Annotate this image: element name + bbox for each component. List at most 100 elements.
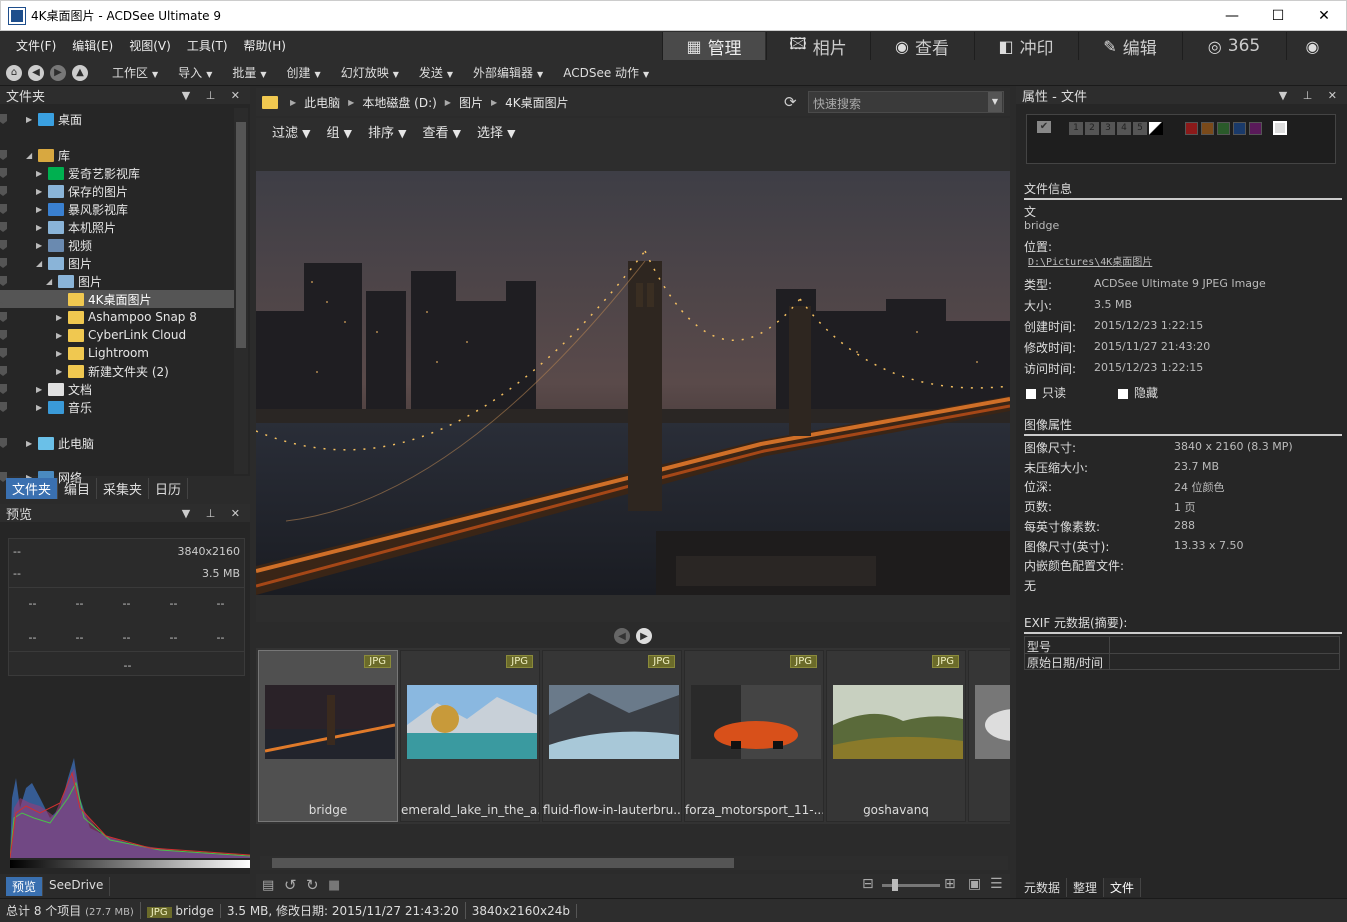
expand-icon[interactable]: ▶ [36, 403, 46, 412]
breadcrumb-current[interactable]: 4K桌面图片 [505, 94, 569, 111]
pin-icon[interactable] [0, 222, 7, 232]
pin-icon[interactable] [0, 294, 7, 304]
hidden-checkbox[interactable]: 隐藏 [1118, 384, 1158, 401]
pin-icon[interactable] [0, 402, 7, 412]
pin-icon[interactable] [0, 276, 7, 286]
pin-icon[interactable] [0, 150, 7, 160]
breadcrumb-disk[interactable]: 本地磁盘 (D:) [362, 94, 436, 111]
pane-controls[interactable]: ▼ ⊥ ✕ [182, 507, 246, 520]
pin-icon[interactable] [0, 258, 7, 268]
tree-item[interactable]: ▶ 爱奇艺影视库 [0, 164, 234, 182]
back-icon[interactable]: ◀ [28, 64, 44, 81]
thumbnail[interactable]: JPG emerald_lake_in_the_a... [400, 650, 540, 822]
expand-icon[interactable]: ▶ [36, 223, 46, 232]
rating-button[interactable]: 1 [1069, 122, 1083, 135]
mode-365[interactable]: ◎ 365 [1182, 32, 1285, 60]
horizontal-scrollbar[interactable] [260, 856, 1008, 870]
maximize-button[interactable]: ☐ [1255, 1, 1301, 31]
tree-item[interactable]: ▶ Ashampoo Snap 8 [0, 308, 234, 326]
menu-file[interactable]: 文件(F) [8, 37, 64, 54]
zoom-slider[interactable] [882, 884, 940, 887]
tree-item[interactable]: ▶ Lightroom [0, 344, 234, 362]
pin-icon[interactable] [0, 204, 7, 214]
rating-button[interactable]: 3 [1101, 122, 1115, 135]
folder-scrollbar[interactable] [234, 108, 248, 474]
toolbar-create[interactable]: 创建 ▼ [277, 64, 331, 81]
expand-icon[interactable]: ◢ [36, 259, 46, 268]
color-label-button[interactable] [1217, 122, 1230, 135]
location-link[interactable]: D:\Pictures\4K桌面图片 [1028, 253, 1152, 268]
toolbar-slideshow[interactable]: 幻灯放映 ▼ [331, 64, 409, 81]
tab-calendar[interactable]: 日历 [149, 478, 189, 499]
thumbnail[interactable]: JPG fluid-flow-in-lauterbru... [542, 650, 682, 822]
pin-icon[interactable] [0, 366, 7, 376]
import-icon[interactable]: ▤ [262, 878, 274, 893]
pin-icon[interactable] [0, 438, 7, 448]
expand-icon[interactable]: ▶ [36, 187, 46, 196]
pin-icon[interactable] [0, 348, 7, 358]
color-label-button[interactable] [1249, 122, 1262, 135]
pin-icon[interactable] [0, 330, 7, 340]
refresh-icon[interactable]: ⟳ [784, 93, 797, 111]
delete-icon[interactable]: ■ [328, 878, 340, 893]
tab-metadata[interactable]: 元数据 [1018, 878, 1068, 897]
menu-edit[interactable]: 编辑(E) [64, 37, 121, 54]
tree-item[interactable]: ▶ 桌面 [0, 110, 234, 128]
tab-preview[interactable]: 预览 [6, 877, 44, 896]
color-label-button[interactable] [1233, 122, 1246, 135]
tree-item[interactable]: ▶ 此电脑 [0, 434, 234, 452]
forward-icon[interactable]: ▶ [50, 64, 66, 81]
clear-rating-icon[interactable] [1149, 122, 1163, 135]
tree-item[interactable]: ▶ 新建文件夹 (2) [0, 362, 234, 380]
expand-icon[interactable]: ▶ [56, 331, 66, 340]
toolbar-external-editor[interactable]: 外部编辑器 ▼ [463, 64, 553, 81]
tree-item[interactable]: ▶ 视频 [0, 236, 234, 254]
tree-item[interactable]: ◢ 图片 [0, 254, 234, 272]
expand-icon[interactable]: ▶ [26, 439, 36, 448]
list-view-icon[interactable]: ☰ [990, 876, 1003, 892]
toolbar-workspace[interactable]: 工作区 ▼ [102, 64, 168, 81]
rotate-right-icon[interactable]: ↻ [306, 876, 319, 894]
check-icon[interactable]: ✔ [1037, 121, 1051, 133]
pin-icon[interactable] [0, 312, 7, 322]
bridge-photo[interactable] [256, 171, 1010, 595]
expand-icon[interactable]: ▶ [56, 367, 66, 376]
color-label-button[interactable] [1185, 122, 1198, 135]
up-icon[interactable]: ▲ [72, 64, 88, 81]
tree-item[interactable]: 4K桌面图片 [0, 290, 234, 308]
mode-edit[interactable]: ✎ 编辑 [1078, 32, 1181, 60]
rating-button[interactable]: 5 [1133, 122, 1147, 135]
home-icon[interactable]: ⌂ [6, 64, 22, 81]
rating-button[interactable]: 2 [1085, 122, 1099, 135]
minimize-button[interactable]: — [1209, 1, 1255, 31]
select-menu[interactable]: 选择 ▼ [469, 122, 515, 141]
expand-icon[interactable]: ▶ [36, 205, 46, 214]
sort-menu[interactable]: 排序 ▼ [360, 122, 406, 141]
mode-photos[interactable]: 🖾 相片 [766, 32, 869, 60]
pin-icon[interactable] [0, 384, 7, 394]
zoom-out-icon[interactable]: ⊟ [862, 876, 874, 892]
color-label-button[interactable] [1201, 122, 1214, 135]
expand-icon[interactable]: ▶ [36, 385, 46, 394]
group-menu[interactable]: 组 ▼ [318, 122, 351, 141]
expand-icon[interactable]: ▶ [26, 115, 36, 124]
quick-search-input[interactable]: 快速搜索 [808, 91, 1004, 113]
tab-seedrive[interactable]: SeeDrive [43, 877, 111, 896]
zoom-in-icon[interactable]: ⊞ [944, 876, 956, 892]
image-view-icon[interactable]: ▣ [968, 876, 981, 892]
previous-icon[interactable]: ◀ [614, 628, 630, 644]
toolbar-batch[interactable]: 批量 ▼ [222, 64, 276, 81]
next-icon[interactable]: ▶ [636, 628, 652, 644]
mode-dashboard[interactable]: ◉ [1286, 32, 1344, 60]
toolbar-import[interactable]: 导入 ▼ [168, 64, 222, 81]
pin-icon[interactable] [0, 114, 7, 124]
menu-tools[interactable]: 工具(T) [179, 37, 236, 54]
tree-item[interactable]: ◢ 库 [0, 146, 234, 164]
filter-menu[interactable]: 过滤 ▼ [264, 122, 310, 141]
thumbnail[interactable]: JPG goshavanq [826, 650, 966, 822]
close-button[interactable]: ✕ [1301, 1, 1347, 31]
mode-manage[interactable]: ▦ 管理 [662, 32, 765, 60]
tree-item[interactable]: ◢ 图片 [0, 272, 234, 290]
search-dropdown-icon[interactable]: ▼ [988, 92, 1002, 112]
rating-button[interactable]: 4 [1117, 122, 1131, 135]
